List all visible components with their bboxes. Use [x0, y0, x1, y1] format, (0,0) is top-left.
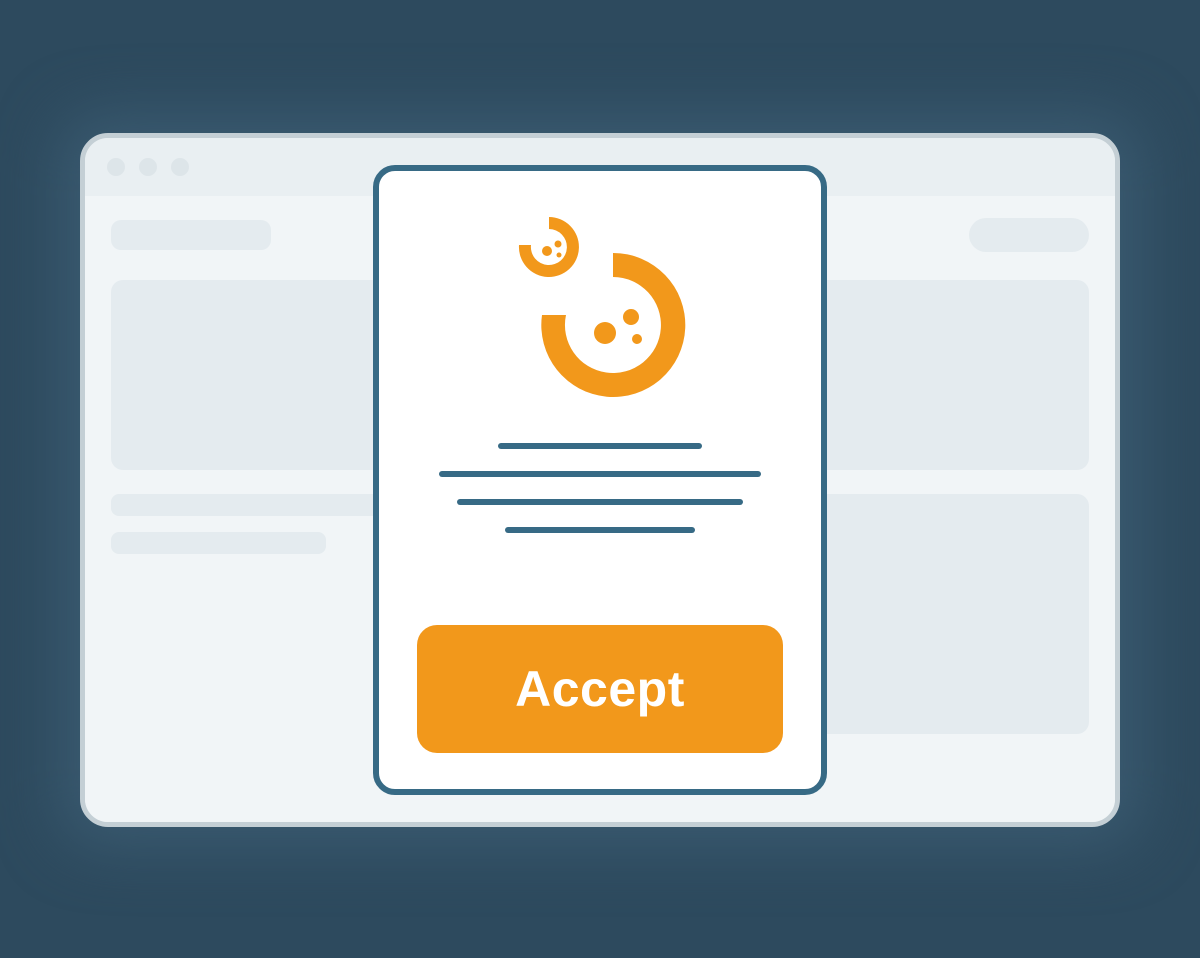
consent-text-placeholder: [417, 443, 783, 533]
window-control-dot: [139, 158, 157, 176]
placeholder-heading: [111, 220, 271, 250]
placeholder-button: [969, 218, 1089, 252]
cookie-consent-modal: Accept: [373, 165, 827, 795]
window-control-dot: [107, 158, 125, 176]
accept-button[interactable]: Accept: [417, 625, 783, 753]
window-control-dot: [171, 158, 189, 176]
cookie-icon: [485, 207, 715, 407]
